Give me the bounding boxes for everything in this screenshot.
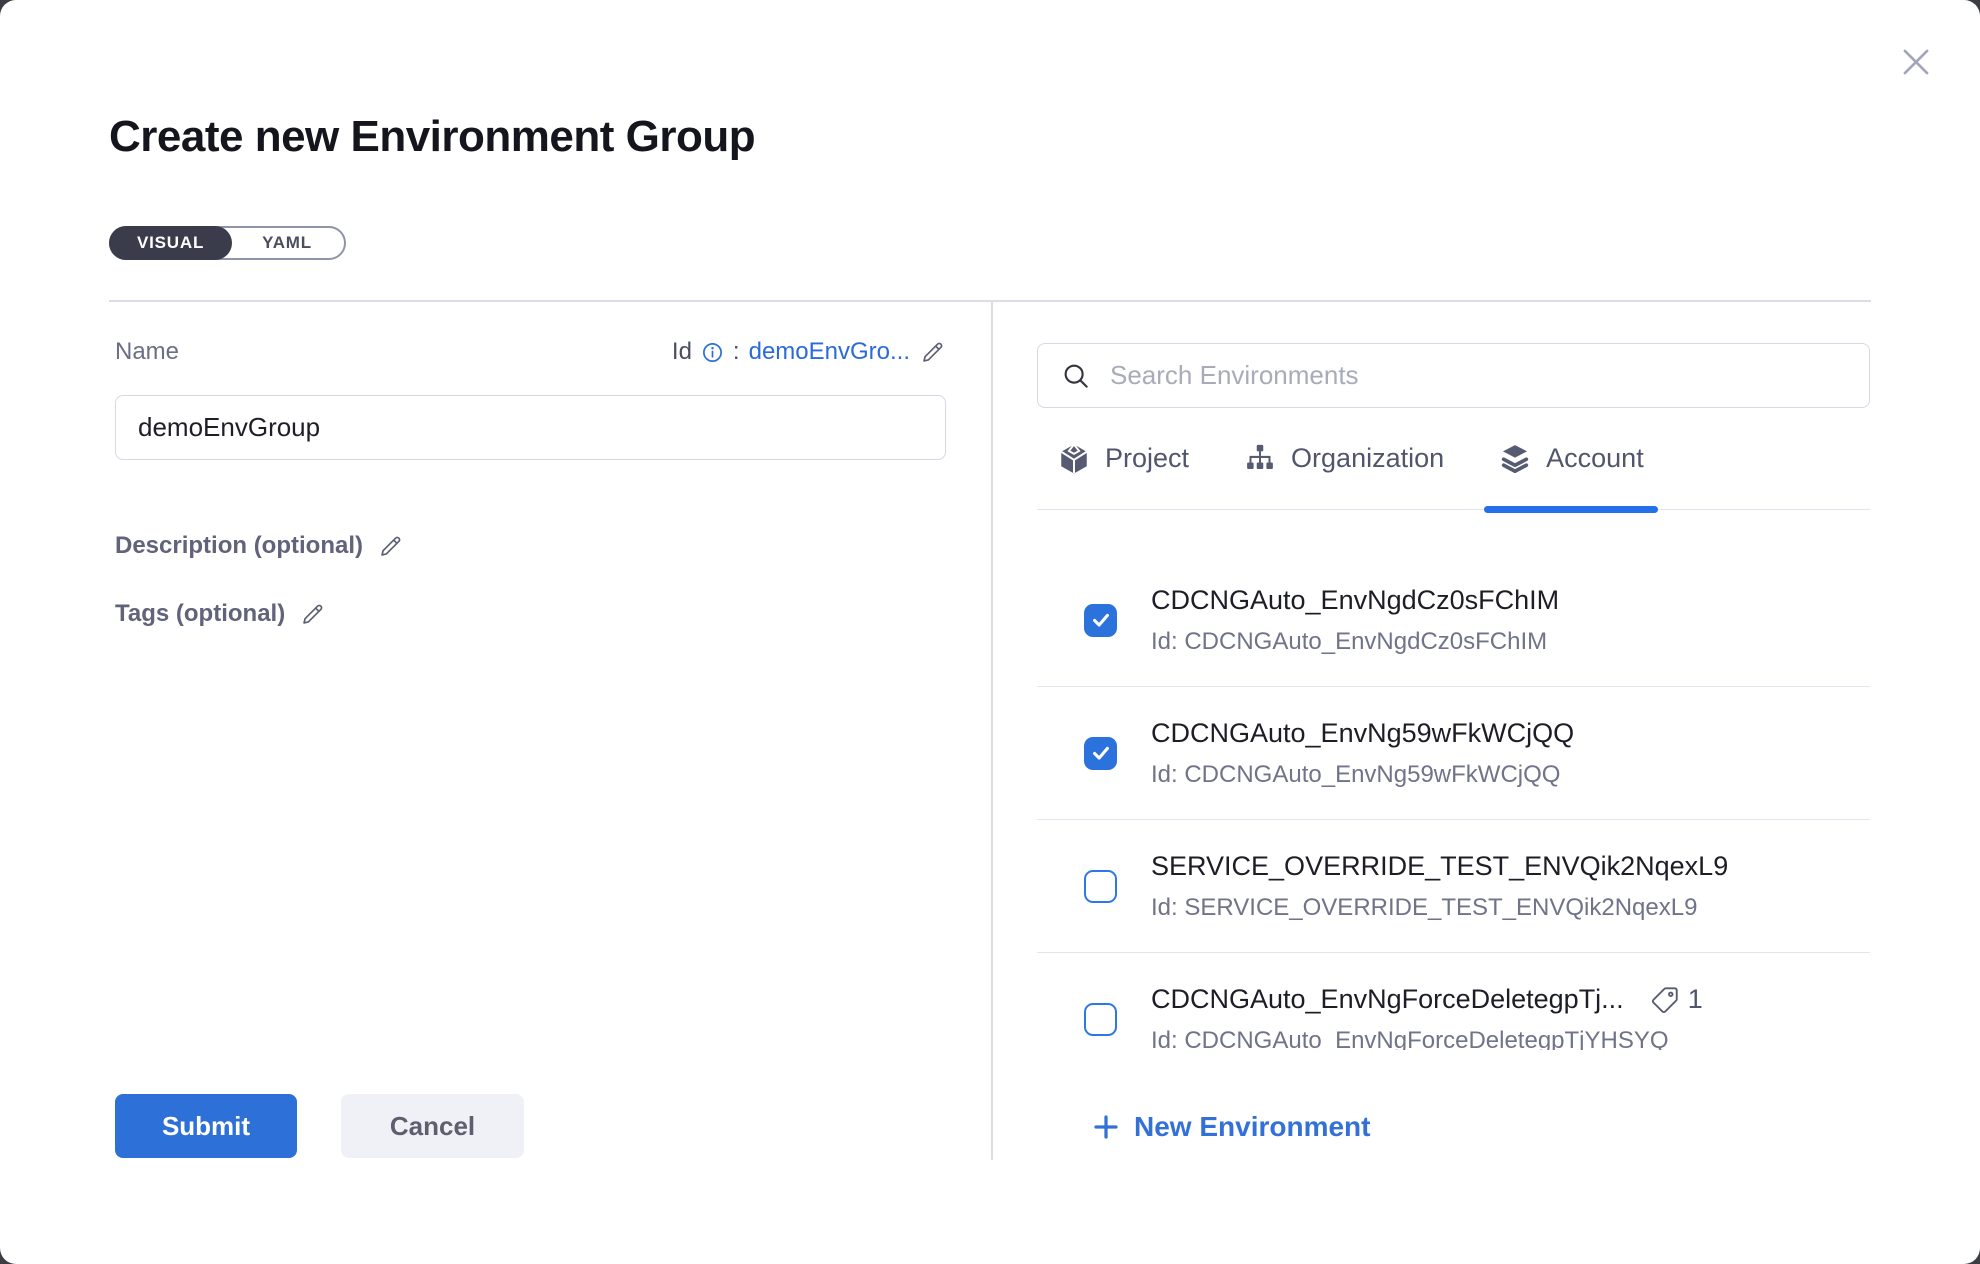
- create-environment-group-dialog: Create new Environment Group VISUAL YAML…: [0, 0, 1980, 1264]
- pencil-icon: [919, 339, 946, 366]
- info-icon[interactable]: [701, 341, 724, 364]
- pane-divider: [991, 300, 993, 1160]
- tab-organization[interactable]: Organization: [1243, 408, 1444, 509]
- search-icon: [1061, 361, 1091, 391]
- environment-id: Id: SERVICE_OVERRIDE_TEST_ENVQik2NqexL9: [1151, 894, 1728, 922]
- cancel-button[interactable]: Cancel: [341, 1094, 524, 1158]
- environment-name: CDCNGAuto_EnvNgForceDeletegpTj...: [1151, 984, 1624, 1015]
- plus-icon: [1091, 1112, 1121, 1142]
- check-icon: [1090, 742, 1112, 764]
- environment-row: CDCNGAuto_EnvNgForceDeletegpTj... 1 I: [1037, 953, 1870, 1050]
- id-value-link[interactable]: demoEnvGro...: [749, 338, 910, 366]
- id-label: Id: [672, 338, 692, 366]
- tag-badge: 1: [1650, 984, 1703, 1015]
- environment-row: CDCNGAuto_EnvNgdCz0sFChIM Id: CDCNGAuto_…: [1037, 554, 1870, 687]
- org-chart-icon: [1243, 442, 1277, 476]
- name-input[interactable]: [115, 395, 946, 460]
- tab-label: Organization: [1291, 443, 1444, 474]
- environment-name: CDCNGAuto_EnvNg59wFkWCjQQ: [1151, 718, 1574, 749]
- page-title: Create new Environment Group: [109, 112, 755, 162]
- new-environment-label: New Environment: [1134, 1111, 1370, 1143]
- tab-label: Project: [1105, 443, 1189, 474]
- environment-id: Id: CDCNGAuto_EnvNg59wFkWCjQQ: [1151, 761, 1574, 789]
- tab-account[interactable]: Account: [1498, 408, 1644, 509]
- description-label: Description (optional): [115, 532, 363, 560]
- pencil-icon: [377, 533, 404, 560]
- cube-icon: [1057, 442, 1091, 476]
- close-icon: [1897, 43, 1935, 81]
- submit-button[interactable]: Submit: [115, 1094, 297, 1158]
- environment-id: Id: CDCNGAuto_EnvNgdCz0sFChIM: [1151, 628, 1559, 656]
- scope-tabs: Project Organization: [1037, 408, 1870, 510]
- tags-label: Tags (optional): [115, 600, 285, 628]
- form-pane: Name Id : demoEnvGro...: [115, 336, 946, 628]
- environment-row: SERVICE_OVERRIDE_TEST_ENVQik2NqexL9 Id: …: [1037, 820, 1870, 953]
- visual-toggle-button[interactable]: VISUAL: [109, 226, 232, 260]
- environment-checkbox[interactable]: [1084, 604, 1117, 637]
- environment-list: CDCNGAuto_EnvNgdCz0sFChIM Id: CDCNGAuto_…: [1037, 510, 1870, 1050]
- edit-description-button[interactable]: [377, 533, 404, 560]
- edit-id-button[interactable]: [919, 339, 946, 366]
- layers-icon: [1498, 442, 1532, 476]
- id-colon: :: [733, 338, 740, 366]
- tag-count: 1: [1688, 984, 1703, 1015]
- check-icon: [1090, 609, 1112, 631]
- environment-checkbox[interactable]: [1084, 737, 1117, 770]
- name-label: Name: [115, 338, 179, 366]
- tag-icon: [1650, 985, 1680, 1015]
- pencil-icon: [299, 601, 326, 628]
- new-environment-button[interactable]: New Environment: [1091, 1111, 1370, 1143]
- environments-pane: Project Organization: [1037, 343, 1870, 1050]
- environment-name: CDCNGAuto_EnvNgdCz0sFChIM: [1151, 585, 1559, 616]
- tab-label: Account: [1546, 443, 1644, 474]
- close-button[interactable]: [1894, 40, 1938, 84]
- header-divider: [109, 300, 1871, 302]
- environment-row: CDCNGAuto_EnvNg59wFkWCjQQ Id: CDCNGAuto_…: [1037, 687, 1870, 820]
- environment-checkbox[interactable]: [1084, 1003, 1117, 1036]
- edit-tags-button[interactable]: [299, 601, 326, 628]
- environment-id: Id: CDCNGAuto_EnvNgForceDeletegpTjYHSYQ: [1151, 1027, 1703, 1050]
- environment-checkbox[interactable]: [1084, 870, 1117, 903]
- environment-name: SERVICE_OVERRIDE_TEST_ENVQik2NqexL9: [1151, 851, 1728, 882]
- search-environments-input[interactable]: [1037, 343, 1870, 408]
- visual-yaml-toggle: VISUAL YAML: [109, 226, 346, 260]
- yaml-toggle-button[interactable]: YAML: [230, 228, 344, 258]
- tab-project[interactable]: Project: [1057, 408, 1189, 509]
